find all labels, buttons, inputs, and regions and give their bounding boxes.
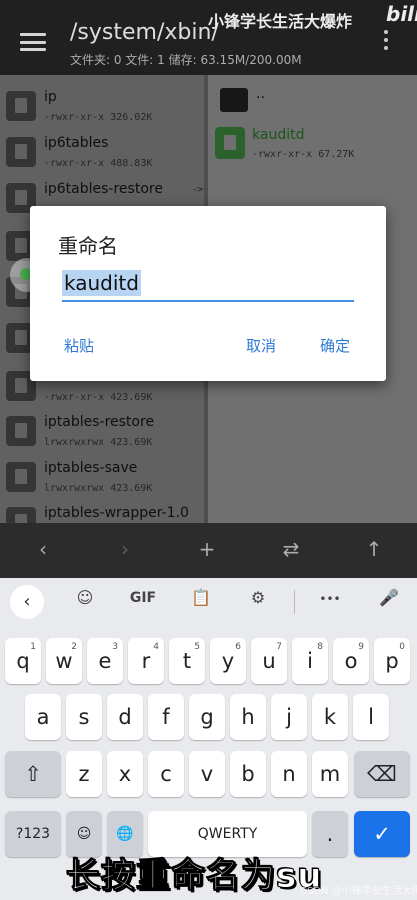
cancel-button[interactable]: 取消 — [246, 335, 276, 356]
microphone-icon[interactable]: 🎤 — [372, 588, 406, 607]
key-j[interactable]: j — [271, 694, 307, 740]
dialog-title: 重命名 — [58, 234, 118, 258]
key-label: q — [16, 649, 30, 673]
ok-button[interactable]: 确定 — [320, 335, 350, 356]
key-hint: 6 — [235, 642, 241, 652]
key-hint: 4 — [153, 642, 159, 652]
rename-dialog: 重命名 kauditd 粘贴 取消 确定 — [30, 206, 386, 381]
video-subtitle: 长按重命名为su — [65, 856, 323, 897]
key-label: e — [98, 649, 112, 673]
key-hint: 5 — [194, 642, 200, 652]
key-s[interactable]: s — [66, 694, 102, 740]
key-c[interactable]: c — [148, 751, 184, 797]
key-hint: 3 — [112, 642, 118, 652]
settings-icon[interactable]: ⚙ — [241, 588, 275, 607]
toolbar-divider — [294, 590, 295, 614]
sticker-icon[interactable]: ☺ — [68, 588, 102, 607]
key-hint: 8 — [317, 642, 323, 652]
csdn-credit: CSDN @小锋学长生活大爆炸 — [300, 886, 417, 897]
key-f[interactable]: f — [148, 694, 184, 740]
key-v[interactable]: v — [189, 751, 225, 797]
filename-input[interactable]: kauditd — [62, 270, 354, 302]
key-e[interactable]: e3 — [87, 638, 123, 684]
selected-text: kauditd — [62, 270, 141, 296]
key-label: r — [141, 649, 151, 673]
key-q[interactable]: q1 — [5, 638, 41, 684]
backspace-key[interactable]: ⌫ — [354, 751, 410, 797]
key-t[interactable]: t5 — [169, 638, 205, 684]
key-x[interactable]: x — [107, 751, 143, 797]
paste-button[interactable]: 粘贴 — [64, 335, 94, 356]
key-w[interactable]: w2 — [46, 638, 82, 684]
key-hint: 1 — [30, 642, 36, 652]
key-label: o — [344, 649, 358, 673]
key-n[interactable]: n — [271, 751, 307, 797]
key-u[interactable]: u7 — [251, 638, 287, 684]
enter-key[interactable]: ✓ — [354, 811, 410, 857]
more-icon[interactable]: ••• — [313, 592, 347, 606]
key-b[interactable]: b — [230, 751, 266, 797]
keyboard-toolbar: ‹ ☺ GIF 📋 ⚙ ••• 🎤 — [0, 578, 417, 624]
key-z[interactable]: z — [66, 751, 102, 797]
keyboard-back-icon[interactable]: ‹ — [10, 585, 44, 619]
key-r[interactable]: r4 — [128, 638, 164, 684]
key-hint: 7 — [276, 642, 282, 652]
key-hint: 2 — [71, 642, 77, 652]
key-label: y — [221, 649, 235, 673]
numbers-key[interactable]: ?123 — [5, 811, 61, 857]
key-o[interactable]: o9 — [333, 638, 369, 684]
key-h[interactable]: h — [230, 694, 266, 740]
key-m[interactable]: m — [312, 751, 348, 797]
key-label: u — [262, 649, 276, 673]
key-l[interactable]: l — [353, 694, 389, 740]
key-label: i — [307, 649, 313, 673]
key-label: w — [55, 649, 73, 673]
key-hint: 9 — [358, 642, 364, 652]
key-label: p — [385, 649, 399, 673]
gif-icon[interactable]: GIF — [126, 590, 160, 606]
key-i[interactable]: i8 — [292, 638, 328, 684]
clipboard-icon[interactable]: 📋 — [184, 588, 218, 607]
key-a[interactable]: a — [25, 694, 61, 740]
key-p[interactable]: p0 — [374, 638, 410, 684]
key-d[interactable]: d — [107, 694, 143, 740]
shift-key[interactable]: ⇧ — [5, 751, 61, 797]
key-g[interactable]: g — [189, 694, 225, 740]
key-k[interactable]: k — [312, 694, 348, 740]
key-y[interactable]: y6 — [210, 638, 246, 684]
key-label: t — [182, 649, 192, 673]
key-hint: 0 — [399, 642, 405, 652]
